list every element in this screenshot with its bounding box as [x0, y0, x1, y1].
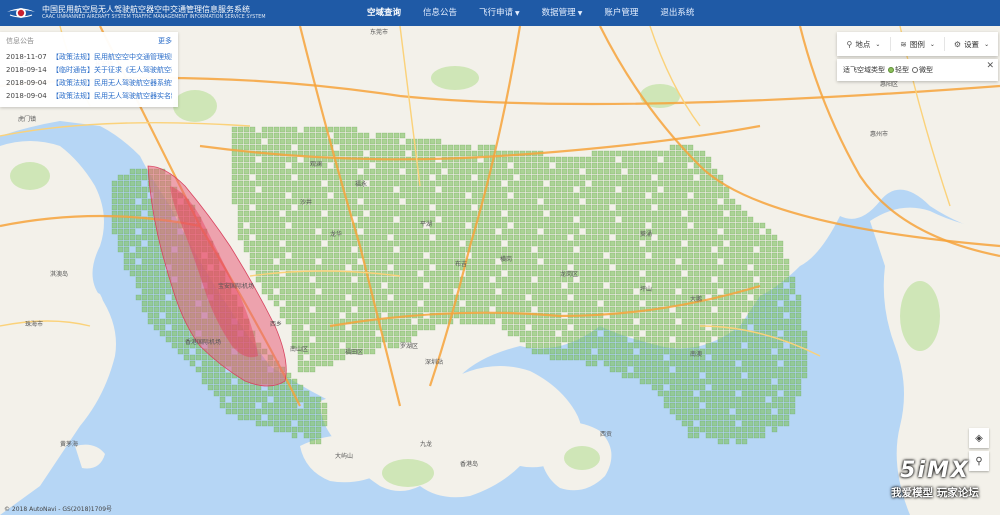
watermark-brand: 5iMX — [900, 458, 970, 483]
notice-tag: 【临时通告】 — [52, 66, 94, 74]
airspace-type-legend: 适飞空域类型 轻型 微型 ✕ — [837, 59, 998, 81]
location-pin-icon: ⚲ — [846, 39, 853, 49]
map-toolbar: ⚲ 地点 ⌄ ≋ 图例 ⌄ ⚙ 设置 ⌄ — [837, 32, 998, 56]
map-place-label: 惠阳区 — [880, 80, 898, 88]
watermark: 5iMX 我爱模型 玩家论坛 — [876, 458, 994, 510]
brand-title-cn: 中国民用航空局无人驾驶航空器空中交通管理信息服务系统 — [42, 4, 250, 14]
map-place-label: 龙岗区 — [560, 270, 578, 278]
chevron-down-icon: ▼ — [577, 10, 583, 17]
nav-data-management[interactable]: 数据管理 ▼ — [531, 0, 594, 26]
chevron-down-icon: ⌄ — [984, 40, 990, 48]
watermark-slogan: 我爱模型 玩家论坛 — [891, 487, 979, 499]
legend-prefix: 适飞空域类型 — [843, 66, 885, 74]
brand-title-en: CAAC UNMANNED AIRCRAFT SYSTEM TRAFFIC MA… — [42, 14, 266, 20]
map-place-label: 虎门镇 — [18, 115, 36, 123]
radio-light-icon[interactable] — [888, 67, 894, 73]
layers-icon: ◈ — [975, 432, 983, 444]
map-place-label: 罗湖区 — [400, 342, 418, 350]
notice-date: 2018-09-14 — [6, 66, 47, 74]
map-place-label: 珠海市 — [25, 320, 43, 328]
notice-tag: 【政策法规】 — [52, 53, 94, 61]
radio-micro-icon[interactable] — [912, 67, 918, 73]
map-place-label: 横岗 — [500, 255, 512, 263]
chevron-down-icon: ⌄ — [929, 40, 935, 48]
map-place-label: 葵涌 — [640, 230, 652, 238]
map-place-label: 黄茅海 — [60, 440, 78, 448]
notice-item-title[interactable]: 民用航空空中交通管理规则 — [94, 51, 172, 64]
notice-date: 2018-09-04 — [6, 79, 47, 87]
nav-logout[interactable]: 退出系统 — [649, 0, 705, 26]
map-copyright: © 2018 AutoNavi - GS(2018)1709号 — [4, 506, 113, 513]
notice-item[interactable]: 2018-09-14 【临时通告】 关于征求《无人驾驶航空器 — [6, 64, 172, 77]
map-place-label: 平湖 — [420, 220, 432, 228]
map-place-label: 九龙 — [420, 440, 432, 448]
notice-title: 信息公告 — [6, 37, 34, 45]
nav-notices[interactable]: 信息公告 — [412, 0, 468, 26]
map-place-label: 沙井 — [300, 198, 312, 206]
map-place-label: 布吉 — [455, 260, 467, 268]
map-place-label: 龙华 — [330, 230, 342, 238]
layers-button[interactable]: ≋ 图例 ⌄ — [891, 37, 945, 51]
map-place-label: 淇澳岛 — [50, 270, 68, 278]
settings-button[interactable]: ⚙ 设置 ⌄ — [945, 37, 998, 51]
chevron-down-icon: ⌄ — [875, 40, 881, 48]
caac-logo-icon — [6, 3, 36, 23]
notice-item[interactable]: 2018-11-07 【政策法规】 民用航空空中交通管理规则 — [6, 51, 172, 64]
map-place-label: 东莞市 — [370, 28, 388, 36]
brand[interactable]: 中国民用航空局无人驾驶航空器空中交通管理信息服务系统 CAAC UNMANNED… — [0, 3, 340, 23]
nav-account-management[interactable]: 账户管理 — [593, 0, 649, 26]
map-place-label: 大鹏 — [690, 295, 702, 303]
map-place-label: 坪山 — [640, 285, 652, 293]
map-place-label: 惠州市 — [870, 130, 888, 138]
map-place-label: 西乡 — [270, 321, 282, 328]
chevron-down-icon: ▼ — [515, 10, 520, 17]
map-place-label: 宝安国际机场 — [218, 282, 254, 290]
notice-date: 2018-11-07 — [6, 53, 47, 61]
layers-icon: ≋ — [900, 39, 907, 49]
map-place-label: 观澜 — [310, 160, 322, 168]
notice-item-title[interactable]: 关于征求《无人驾驶航空器 — [94, 64, 172, 77]
map-place-label: 福田区 — [345, 348, 363, 356]
notice-item-title[interactable]: 民用无人驾驶航空器系统空 — [94, 77, 172, 90]
close-icon[interactable]: ✕ — [986, 61, 994, 71]
notice-date: 2018-09-04 — [6, 92, 47, 100]
notice-tag: 【政策法规】 — [52, 92, 94, 100]
place-button[interactable]: ⚲ 地点 ⌄ — [837, 37, 891, 51]
map-place-label: 南山区 — [290, 345, 308, 353]
map-place-label: 福永 — [355, 180, 367, 188]
map-place-label: 大屿山 — [335, 452, 353, 460]
notice-item[interactable]: 2018-09-04 【政策法规】 民用无人驾驶航空器实名制 — [6, 90, 172, 103]
map-place-label: 香港岛 — [460, 460, 478, 468]
map-place-label: 深圳站 — [425, 358, 443, 366]
notice-tag: 【政策法规】 — [52, 79, 94, 87]
notice-item[interactable]: 2018-09-04 【政策法规】 民用无人驾驶航空器系统空 — [6, 77, 172, 90]
map-place-label: 南澳 — [690, 350, 702, 358]
legend-option-micro[interactable]: 微型 — [919, 65, 933, 75]
map-place-label: 香港国际机场 — [185, 338, 221, 346]
legend-option-light[interactable]: 轻型 — [895, 65, 909, 75]
top-navbar: 中国民用航空局无人驾驶航空器空中交通管理信息服务系统 CAAC UNMANNED… — [0, 0, 1000, 26]
nav-airspace-query[interactable]: 空域查询 — [356, 0, 412, 26]
nav-flight-application[interactable]: 飞行申请 ▼ — [468, 0, 531, 26]
notice-item-title[interactable]: 民用无人驾驶航空器实名制 — [94, 90, 172, 103]
map-place-label: 西贡 — [600, 431, 612, 438]
gear-icon: ⚙ — [953, 39, 962, 49]
main-nav: 空域查询 信息公告 飞行申请 ▼ 数据管理 ▼ 账户管理 退出系统 — [356, 0, 705, 26]
layer-switch-button[interactable]: ◈ — [969, 428, 989, 448]
notice-more-link[interactable]: 更多 — [158, 36, 172, 46]
notice-panel: 信息公告 更多 2018-11-07 【政策法规】 民用航空空中交通管理规则 2… — [0, 32, 178, 107]
